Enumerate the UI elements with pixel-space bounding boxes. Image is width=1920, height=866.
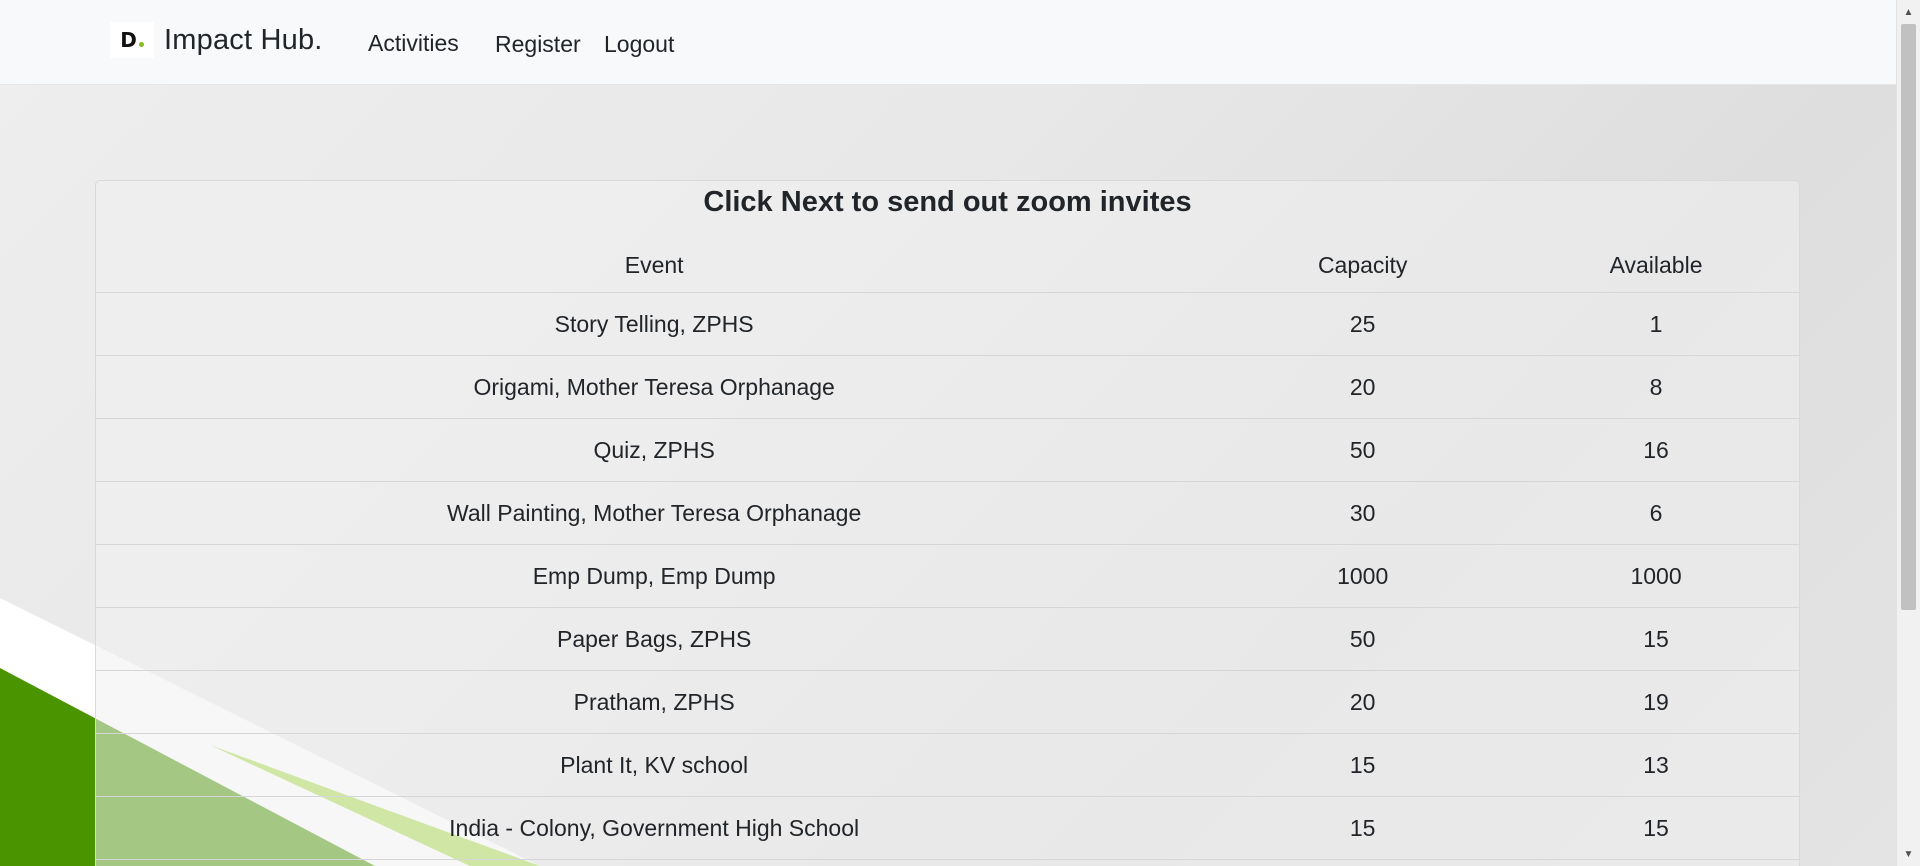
page: D Impact Hub. Activities Register Logout… <box>0 0 1920 866</box>
cell-capacity: 30 <box>1212 481 1514 545</box>
cell-event: Story Telling, ZPHS <box>96 292 1213 356</box>
cell-capacity: 20 <box>1212 355 1514 419</box>
cell-available: 8 <box>1513 355 1799 419</box>
cell-available: 15 <box>1513 796 1799 860</box>
cell-event: Pratham, ZPHS <box>96 670 1213 734</box>
table-row[interactable]: India - Colony, Government High School 1… <box>96 796 1799 860</box>
cell-event: Wall Painting, Mother Teresa Orphanage <box>96 481 1213 545</box>
cell-available: 15 <box>1513 607 1799 671</box>
table-row[interactable]: Paper Bags, ZPHS 50 15 <box>96 607 1799 671</box>
header-available: Available <box>1513 238 1799 293</box>
table-row[interactable]: Wall Painting, Mother Teresa Orphanage 3… <box>96 481 1799 545</box>
vertical-scrollbar[interactable]: ▲ ▼ <box>1896 0 1920 866</box>
table-row[interactable]: Plant It, KV school 15 13 <box>96 733 1799 797</box>
cell-capacity: 50 <box>1212 607 1514 671</box>
cell-event: India - Colony, Government High School <box>96 796 1213 860</box>
brand-link[interactable]: D Impact Hub. <box>110 22 323 58</box>
cell-capacity: 15 <box>1212 733 1514 797</box>
triangle-up-icon[interactable]: ▲ <box>1897 2 1920 22</box>
header-event: Event <box>96 238 1213 293</box>
cell-event: Origami, Mother Teresa Orphanage <box>96 355 1213 419</box>
table-row[interactable]: Pratham, ZPHS 20 19 <box>96 670 1799 734</box>
cell-available: 1000 <box>1513 544 1799 608</box>
table-row[interactable]: Quiz, ZPHS 50 16 <box>96 418 1799 482</box>
cell-event: Plant It, KV school <box>96 733 1213 797</box>
cell-available: 6 <box>1513 481 1799 545</box>
cell-event: Emp Dump, Emp Dump <box>96 544 1213 608</box>
scrollbar-thumb[interactable] <box>1901 24 1916 610</box>
cell-capacity: 25 <box>1212 292 1514 356</box>
nav-register-link[interactable]: Register <box>495 31 581 58</box>
table-row[interactable]: Origami, Mother Teresa Orphanage 20 8 <box>96 355 1799 419</box>
table-header-row: Event Capacity Available <box>96 238 1799 293</box>
events-card: Click Next to send out zoom invites Even… <box>95 180 1800 866</box>
cell-capacity: 15 <box>1212 796 1514 860</box>
table-row[interactable]: Story Telling, ZPHS 25 1 <box>96 292 1799 356</box>
nav-activities-link[interactable]: Activities <box>368 30 459 57</box>
brand-logo-letter: D <box>120 28 137 52</box>
brand-logo-dot <box>138 41 144 47</box>
brand-name: Impact Hub. <box>164 23 323 56</box>
page-title: Click Next to send out zoom invites <box>703 186 1192 218</box>
cell-available: 13 <box>1513 733 1799 797</box>
cell-capacity: 20 <box>1212 670 1514 734</box>
header-capacity: Capacity <box>1212 238 1514 293</box>
nav-logout-link[interactable]: Logout <box>604 31 674 58</box>
cell-capacity: 50 <box>1212 418 1514 482</box>
triangle-down-icon[interactable]: ▼ <box>1897 844 1920 864</box>
cell-available: 1 <box>1513 292 1799 356</box>
top-navbar: D Impact Hub. Activities Register Logout <box>0 0 1896 85</box>
cell-event: Paper Bags, ZPHS <box>96 607 1213 671</box>
events-table: Event Capacity Available Story Telling, … <box>96 238 1799 860</box>
brand-logo: D <box>110 22 154 58</box>
cell-available: 16 <box>1513 418 1799 482</box>
table-row[interactable]: Emp Dump, Emp Dump 1000 1000 <box>96 544 1799 608</box>
cell-event: Quiz, ZPHS <box>96 418 1213 482</box>
cell-capacity: 1000 <box>1212 544 1514 608</box>
cell-available: 19 <box>1513 670 1799 734</box>
